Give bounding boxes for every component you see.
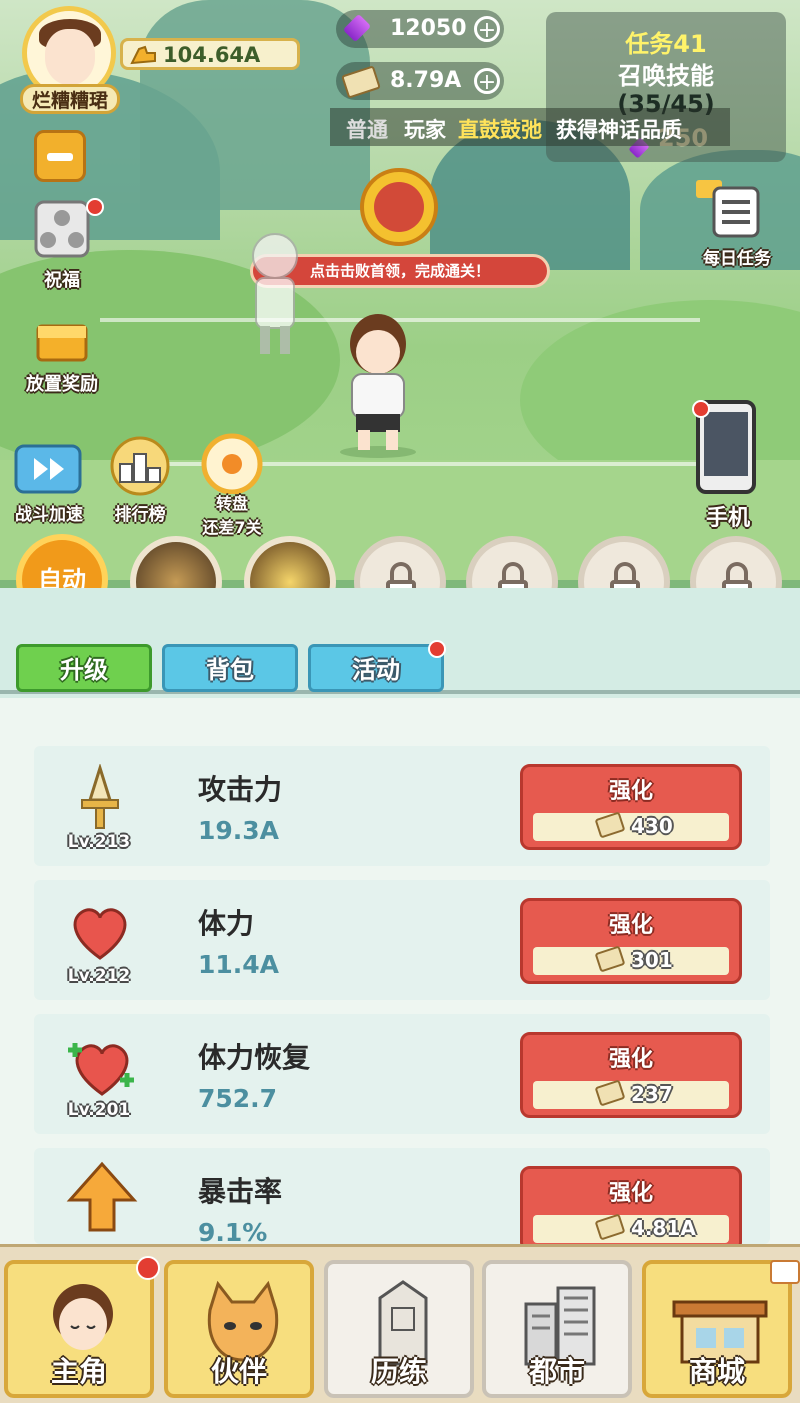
nav-hero[interactable]: 主角 (4, 1260, 154, 1398)
leaderboard-icon (110, 436, 170, 496)
stat-name: 体力 (198, 907, 255, 940)
stat-name: 体力恢复 (198, 1041, 311, 1074)
hero-character (340, 314, 416, 458)
speed-up-icon (14, 444, 82, 494)
boss-icon (374, 182, 424, 232)
power-value: 104.64A (163, 43, 261, 67)
stat-value: 9.1% (198, 1218, 268, 1244)
leaderboard-button[interactable]: 排行榜 (100, 434, 180, 525)
crit-arrow-icon (66, 1161, 138, 1232)
hero-alert-dot (136, 1256, 160, 1280)
nav-hero-label: 主角 (50, 1355, 107, 1388)
cash-icon (341, 65, 381, 99)
collapse-button[interactable] (34, 130, 86, 182)
nav-partner-label: 伙伴 (210, 1355, 267, 1388)
upgrade-cost: 430 (631, 814, 673, 838)
nav-training-label: 历练 (370, 1355, 427, 1388)
leaderboard-label: 排行榜 (114, 505, 166, 525)
gem-counter: 12050 + (336, 10, 504, 48)
phone-button[interactable]: 手机 (688, 400, 768, 531)
gem-icon (342, 13, 372, 43)
daily-task-icon (696, 180, 760, 238)
daily-task-label: 每日任务 (703, 249, 771, 269)
stat-value: 19.3A (198, 816, 280, 845)
cash-icon (594, 1213, 626, 1241)
power-arm-icon (130, 45, 156, 65)
upgrade-hp-button[interactable]: 强化 301 (520, 898, 742, 984)
upgrade-attack-button[interactable]: 强化 430 (520, 764, 742, 850)
phone-label: 手机 (705, 506, 750, 531)
boss-button[interactable] (360, 168, 438, 246)
stat-card-hp-regen: Lv.201 体力恢复 752.7 强化 237 (34, 1014, 770, 1134)
nav-training[interactable]: 历练 (324, 1260, 474, 1398)
task-title: 任务41 (625, 30, 707, 58)
broadcast-prefix: 玩家 (404, 118, 446, 142)
tab-upgrade[interactable]: 升级 (16, 644, 152, 692)
upgrade-crit-rate-button[interactable]: 强化 4.81A (520, 1166, 742, 1244)
broadcast-tag: 普通 (346, 118, 388, 142)
nav-city[interactable]: 都市 (482, 1260, 632, 1398)
treasure-chest-icon (36, 324, 88, 362)
stat-level: Lv.201 (67, 1100, 131, 1120)
cash-counter: 8.79A + (336, 62, 504, 100)
add-cash-button[interactable]: + (474, 68, 500, 95)
nav-partner[interactable]: 伙伴 (164, 1260, 314, 1398)
stat-card-crit-rate: 暴击率 9.1% 强化 4.81A (34, 1148, 770, 1244)
cash-value: 8.79A (390, 68, 462, 93)
power-display: 104.64A (120, 38, 300, 70)
enemy-character[interactable] (240, 230, 310, 360)
broadcast-suffix: 获得神话品质 (556, 118, 682, 142)
cash-icon (594, 1079, 626, 1107)
battle-speed-label: 战斗加速 (15, 505, 83, 525)
idle-reward-label: 放置奖励 (26, 374, 98, 395)
shop-video-icon (770, 1260, 800, 1284)
blessing-button[interactable]: 祝福 (22, 198, 104, 291)
tab-activity[interactable]: 活动 (308, 644, 444, 692)
upgrade-cost: 4.81A (631, 1216, 696, 1240)
broadcast-marquee: 普通 玩家 直鼓鼓弛 获得神话品质 (330, 108, 730, 146)
upgrade-cost: 237 (631, 1082, 673, 1106)
stat-level: Lv.212 (67, 966, 131, 986)
stat-card-attack: Lv.213 攻击力 19.3A 强化 430 (34, 746, 770, 866)
upgrade-label: 强化 (608, 913, 653, 938)
blessing-label: 祝福 (44, 270, 80, 291)
cash-icon (594, 945, 626, 973)
upgrade-label: 强化 (608, 1047, 653, 1072)
sword-icon (81, 764, 119, 829)
stat-name: 攻击力 (198, 773, 283, 806)
cash-icon (594, 811, 626, 839)
wheel-icon (201, 433, 263, 495)
wheel-button[interactable]: 转盘 还差7关 (190, 432, 274, 537)
upgrade-hp-regen-button[interactable]: 强化 237 (520, 1032, 742, 1118)
add-gems-button[interactable]: + (474, 16, 500, 43)
heart-plus-icon (68, 1043, 134, 1096)
stat-value: 752.7 (198, 1084, 278, 1113)
upgrade-label: 强化 (608, 779, 653, 804)
daily-task-button[interactable]: 每日任务 (692, 176, 782, 272)
activity-alert-dot (428, 640, 446, 658)
heart-icon (73, 908, 127, 960)
stat-level: Lv.213 (67, 832, 131, 852)
stat-card-hp: Lv.212 体力 11.4A 强化 301 (34, 880, 770, 1000)
upgrade-cost: 301 (631, 948, 673, 972)
nav-shop-label: 商城 (688, 1355, 745, 1388)
stat-name: 暴击率 (198, 1175, 283, 1208)
idle-reward-button[interactable]: 放置奖励 (16, 316, 108, 396)
task-desc: 召唤技能 (618, 62, 714, 90)
phone-alert-dot (692, 400, 710, 418)
stat-value: 11.4A (198, 950, 280, 979)
gem-value: 12050 (390, 16, 467, 41)
tab-backpack[interactable]: 背包 (162, 644, 298, 692)
battle-speed-button[interactable]: 战斗加速 (10, 444, 88, 525)
upgrade-label: 强化 (608, 1181, 653, 1206)
wheel-sub: 还差7关 (202, 518, 262, 537)
broadcast-player: 直鼓鼓弛 (458, 118, 542, 142)
blessing-alert-dot (86, 198, 104, 216)
nav-city-label: 都市 (528, 1355, 585, 1388)
player-name: 烂糟糟珺 (20, 84, 120, 114)
